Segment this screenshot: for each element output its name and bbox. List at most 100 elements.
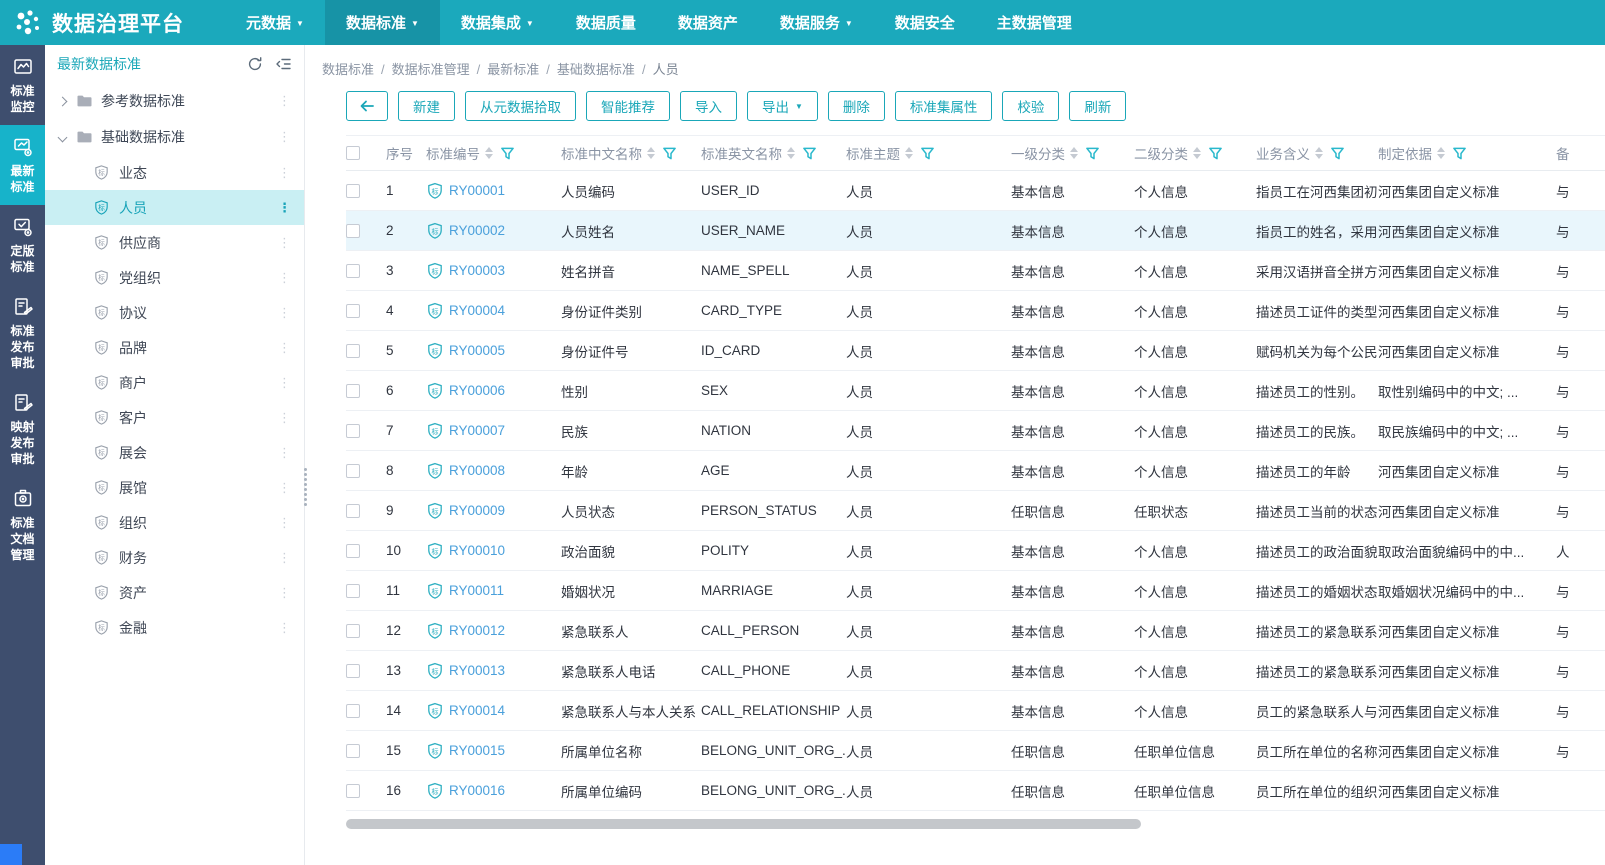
breadcrumb-item[interactable]: 最新标准 xyxy=(487,62,539,77)
rail-item[interactable]: 标准发布审批 xyxy=(0,285,45,381)
sort-icon[interactable] xyxy=(1070,147,1078,159)
table-row[interactable]: 1 标 RY00001 人员编码 USER_ID 人员 基本信息 个人信息 指员… xyxy=(346,171,1605,211)
panel-resize-handle[interactable] xyxy=(301,468,309,506)
tree-item[interactable]: 标 业态 ⋮ xyxy=(45,155,304,190)
filter-icon[interactable] xyxy=(662,146,677,161)
breadcrumb-item[interactable]: 基础数据标准 xyxy=(557,62,635,77)
row-checkbox[interactable] xyxy=(346,304,360,318)
item-menu-icon[interactable]: ⋮ xyxy=(275,410,294,426)
table-row[interactable]: 12 标 RY00012 紧急联系人 CALL_PERSON 人员 基本信息 个… xyxy=(346,611,1605,651)
row-checkbox[interactable] xyxy=(346,424,360,438)
row-checkbox[interactable] xyxy=(346,464,360,478)
topnav-item[interactable]: 元数据 ▼ xyxy=(225,0,325,45)
column-header[interactable]: 标准主题 xyxy=(846,143,1011,163)
topnav-item[interactable]: 数据标准 ▼ xyxy=(325,0,440,45)
filter-icon[interactable] xyxy=(500,146,515,161)
sort-icon[interactable] xyxy=(1315,147,1323,159)
tree-item[interactable]: 标 协议 ⋮ xyxy=(45,295,304,330)
topnav-item[interactable]: 主数据管理 ▼ xyxy=(976,0,1093,45)
table-row[interactable]: 5 标 RY00005 身份证件号 ID_CARD 人员 基本信息 个人信息 赋… xyxy=(346,331,1605,371)
sort-icon[interactable] xyxy=(1437,147,1445,159)
sort-icon[interactable] xyxy=(485,147,493,159)
row-checkbox[interactable] xyxy=(346,704,360,718)
scrollbar-thumb[interactable] xyxy=(346,819,1141,829)
tree-item[interactable]: 标 金融 ⋮ xyxy=(45,610,304,645)
toolbar-button[interactable]: 删除 ▼ xyxy=(828,91,885,121)
table-row[interactable]: 16 标 RY00016 所属单位编码 BELONG_UNIT_ORG_... … xyxy=(346,771,1605,811)
row-checkbox[interactable] xyxy=(346,584,360,598)
toolbar-button[interactable]: 导出 ▼ xyxy=(747,91,818,121)
toolbar-button[interactable]: 标准集属性 ▼ xyxy=(895,91,993,121)
standard-code-link[interactable]: RY00006 xyxy=(449,383,505,398)
sort-icon[interactable] xyxy=(905,147,913,159)
table-row[interactable]: 14 标 RY00014 紧急联系人与本人关系 CALL_RELATIONSHI… xyxy=(346,691,1605,731)
back-button[interactable] xyxy=(346,91,388,121)
standard-code-link[interactable]: RY00010 xyxy=(449,543,505,558)
collapse-panel-icon[interactable] xyxy=(275,56,292,72)
filter-icon[interactable] xyxy=(1330,146,1345,161)
standard-code-link[interactable]: RY00005 xyxy=(449,343,505,358)
item-menu-icon[interactable]: ⋮ xyxy=(275,550,294,566)
tree-item[interactable]: 标 品牌 ⋮ xyxy=(45,330,304,365)
breadcrumb-item[interactable]: 数据标准管理 xyxy=(392,62,470,77)
item-menu-icon[interactable]: ⋮ xyxy=(275,165,294,181)
item-menu-icon[interactable]: ⋮ xyxy=(275,515,294,531)
standard-code-link[interactable]: RY00014 xyxy=(449,703,505,718)
table-row[interactable]: 4 标 RY00004 身份证件类别 CARD_TYPE 人员 基本信息 个人信… xyxy=(346,291,1605,331)
refresh-icon[interactable] xyxy=(247,56,263,72)
tree-item[interactable]: 标 组织 ⋮ xyxy=(45,505,304,540)
item-menu-icon[interactable]: ⋮ xyxy=(275,480,294,496)
standard-code-link[interactable]: RY00011 xyxy=(449,583,504,598)
tree-item[interactable]: 标 党组织 ⋮ xyxy=(45,260,304,295)
breadcrumb-item[interactable]: 数据标准 xyxy=(322,62,374,77)
column-header[interactable]: 标准编号 xyxy=(426,143,561,163)
standard-code-link[interactable]: RY00008 xyxy=(449,463,505,478)
tree-item[interactable]: 标 财务 ⋮ xyxy=(45,540,304,575)
filter-icon[interactable] xyxy=(1208,146,1223,161)
table-row[interactable]: 6 标 RY00006 性别 SEX 人员 基本信息 个人信息 描述员工的性别。… xyxy=(346,371,1605,411)
sort-icon[interactable] xyxy=(1193,147,1201,159)
standard-code-link[interactable]: RY00015 xyxy=(449,743,505,758)
row-checkbox[interactable] xyxy=(346,504,360,518)
column-header[interactable]: 标准中文名称 xyxy=(561,143,701,163)
topnav-item[interactable]: 数据质量 ▼ xyxy=(555,0,657,45)
select-all-checkbox[interactable] xyxy=(346,146,360,160)
column-header[interactable]: 备 xyxy=(1556,143,1605,163)
row-checkbox[interactable] xyxy=(346,624,360,638)
item-menu-icon[interactable]: ⋮ xyxy=(275,585,294,601)
standard-code-link[interactable]: RY00016 xyxy=(449,783,505,798)
rail-item[interactable]: 标准监控 xyxy=(0,45,45,125)
sort-icon[interactable] xyxy=(647,147,655,159)
toolbar-button[interactable]: 从元数据拾取 ▼ xyxy=(465,91,576,121)
table-row[interactable]: 10 标 RY00010 政治面貌 POLITY 人员 基本信息 个人信息 描述… xyxy=(346,531,1605,571)
column-header[interactable]: 标准英文名称 xyxy=(701,143,846,163)
tree-item[interactable]: 标 展会 ⋮ xyxy=(45,435,304,470)
item-menu-icon[interactable]: ⋮ xyxy=(275,620,294,636)
toolbar-button[interactable]: 导入 ▼ xyxy=(680,91,737,121)
table-row[interactable]: 13 标 RY00013 紧急联系人电话 CALL_PHONE 人员 基本信息 … xyxy=(346,651,1605,691)
table-row[interactable]: 15 标 RY00015 所属单位名称 BELONG_UNIT_ORG_... … xyxy=(346,731,1605,771)
item-menu-icon[interactable]: ⋮ xyxy=(275,375,294,391)
filter-icon[interactable] xyxy=(802,146,817,161)
column-header[interactable]: 一级分类 xyxy=(1011,143,1134,163)
filter-icon[interactable] xyxy=(920,146,935,161)
table-row[interactable]: 11 标 RY00011 婚姻状况 MARRIAGE 人员 基本信息 个人信息 … xyxy=(346,571,1605,611)
table-row[interactable]: 3 标 RY00003 姓名拼音 NAME_SPELL 人员 基本信息 个人信息… xyxy=(346,251,1605,291)
item-menu-icon[interactable]: ⋮ xyxy=(275,235,294,251)
standard-code-link[interactable]: RY00009 xyxy=(449,503,505,518)
item-menu-icon[interactable]: ⋮ xyxy=(275,93,294,109)
topnav-item[interactable]: 数据集成 ▼ xyxy=(440,0,555,45)
chevron-icon[interactable] xyxy=(58,96,68,106)
rail-item[interactable]: 最新标准 xyxy=(0,125,45,205)
rail-item[interactable]: 标准文档管理 xyxy=(0,477,45,573)
filter-icon[interactable] xyxy=(1452,146,1467,161)
item-menu-icon[interactable]: ⋮ xyxy=(275,340,294,356)
tree-item[interactable]: 标 展馆 ⋮ xyxy=(45,470,304,505)
filter-icon[interactable] xyxy=(1085,146,1100,161)
column-header[interactable]: 二级分类 xyxy=(1134,143,1256,163)
tree-folder[interactable]: 基础数据标准 ⋮ xyxy=(45,119,304,155)
rail-item[interactable]: 映射发布审批 xyxy=(0,381,45,477)
standard-code-link[interactable]: RY00002 xyxy=(449,223,505,238)
row-checkbox[interactable] xyxy=(346,784,360,798)
toolbar-button[interactable]: 新建 ▼ xyxy=(398,91,455,121)
